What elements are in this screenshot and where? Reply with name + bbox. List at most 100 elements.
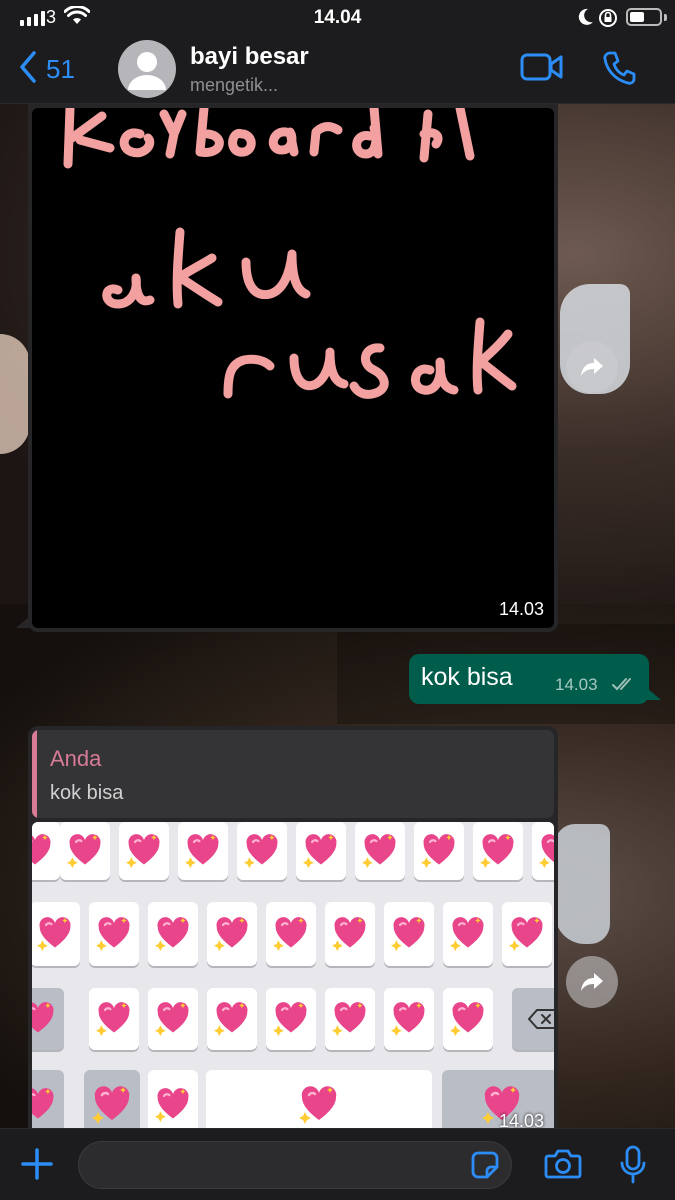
keyboard-key — [89, 902, 139, 966]
keyboard-screenshot-image[interactable]: 14.03 — [32, 822, 554, 1128]
voice-call-button[interactable] — [602, 50, 636, 91]
keyboard-key — [148, 1070, 198, 1128]
attach-button[interactable] — [20, 1147, 54, 1186]
keyboard-key — [207, 902, 257, 966]
back-chevron-icon — [18, 50, 38, 89]
sparkling-heart-icon — [185, 833, 221, 874]
keyboard-key — [178, 822, 228, 880]
sparkling-heart-icon — [273, 1001, 309, 1042]
sparkling-heart-icon — [214, 916, 250, 957]
sparkling-heart-icon — [391, 1001, 427, 1042]
bubble-tail — [647, 688, 661, 700]
bubble-tail — [16, 616, 30, 628]
typing-status: mengetik... — [190, 75, 279, 95]
keyboard-key — [325, 988, 375, 1050]
camera-button[interactable] — [544, 1148, 582, 1185]
forward-icon — [581, 973, 603, 991]
sparkling-heart-icon — [273, 916, 309, 957]
sparkling-heart-icon — [539, 833, 554, 874]
incoming-reply-image-message[interactable]: Anda kok bisa 14.03 — [28, 726, 558, 1128]
keyboard-key — [32, 988, 64, 1050]
message-input[interactable] — [78, 1141, 512, 1189]
back-button[interactable]: 51 — [18, 50, 75, 89]
quoted-message[interactable]: Anda kok bisa — [32, 730, 554, 818]
sticker-icon — [471, 1151, 499, 1179]
sparkling-heart-icon — [96, 916, 132, 957]
contact-avatar[interactable] — [118, 40, 176, 98]
keyboard-key — [355, 822, 405, 880]
sparkling-heart-icon — [391, 916, 427, 957]
sticker-button[interactable] — [470, 1150, 500, 1185]
sparkling-heart-icon — [32, 1087, 56, 1128]
message-time: 14.03 — [498, 599, 544, 619]
sparkling-heart-icon — [37, 916, 73, 957]
keyboard-key — [296, 822, 346, 880]
forward-button[interactable] — [566, 341, 618, 393]
keyboard-key — [502, 902, 552, 966]
handwriting-drawing — [63, 108, 517, 399]
keyboard-key — [148, 988, 198, 1050]
keyboard-key — [32, 902, 80, 966]
keyboard-key — [89, 988, 139, 1050]
status-bar: 3 14.04 — [0, 0, 675, 34]
outgoing-text-message[interactable]: kok bisa 14.03 — [409, 654, 661, 704]
message-input-bar — [0, 1128, 675, 1200]
sparkling-heart-icon — [362, 833, 398, 874]
keyboard-key — [32, 822, 60, 880]
sparkling-heart-icon — [421, 833, 457, 874]
keyboard-key — [237, 822, 287, 880]
keyboard-key — [443, 902, 493, 966]
sparkling-heart-icon — [32, 1001, 56, 1042]
sparkling-heart-icon — [299, 1085, 339, 1128]
battery-icon — [626, 8, 667, 26]
keyboard-key — [384, 988, 434, 1050]
message-text: kok bisa — [421, 663, 513, 691]
sparkling-heart-icon — [450, 916, 486, 957]
sparkling-heart-icon — [67, 833, 103, 874]
sparkling-heart-icon — [332, 916, 368, 957]
chat-header: 51 bayi besar mengetik... — [0, 34, 675, 104]
sparkling-heart-icon — [126, 833, 162, 874]
microphone-button[interactable] — [620, 1145, 646, 1190]
sparkling-heart-icon — [244, 833, 280, 874]
sparkling-heart-icon — [92, 1085, 132, 1128]
camera-icon — [544, 1149, 582, 1179]
keyboard-key — [443, 988, 493, 1050]
do-not-disturb-icon — [578, 8, 594, 31]
keyboard-key — [148, 902, 198, 966]
keyboard-key — [266, 988, 316, 1050]
sparkling-heart-icon — [155, 1001, 191, 1042]
forward-icon — [581, 358, 603, 376]
status-time: 14.04 — [313, 7, 362, 28]
sparkling-heart-icon — [32, 833, 53, 874]
sparkling-heart-icon — [332, 1001, 368, 1042]
incoming-image-message[interactable]: 14.03 — [16, 104, 558, 632]
wallpaper-hand-shape — [0, 334, 30, 454]
handwriting-image[interactable]: 14.03 — [32, 108, 554, 628]
microphone-icon — [620, 1145, 646, 1184]
sparkling-heart-icon — [480, 833, 516, 874]
message-time: 14.03 — [498, 1111, 544, 1128]
battery-level — [630, 12, 644, 22]
sparkling-heart-icon — [450, 1001, 486, 1042]
forward-button[interactable] — [566, 956, 618, 1008]
keyboard-key — [207, 988, 257, 1050]
plus-icon — [21, 1148, 53, 1180]
sparkling-heart-icon — [303, 833, 339, 874]
keyboard-key — [119, 822, 169, 880]
contact-name[interactable]: bayi besar — [190, 43, 309, 71]
keyboard-key — [32, 1070, 64, 1128]
sparkling-heart-icon — [214, 1001, 250, 1042]
quote-text: kok bisa — [50, 782, 124, 804]
wallpaper-mask-shape — [555, 824, 610, 944]
video-call-icon — [520, 53, 563, 81]
keyboard-key — [266, 902, 316, 966]
keyboard-key — [325, 902, 375, 966]
keyboard-key — [384, 902, 434, 966]
keyboard-key — [414, 822, 464, 880]
keyboard-key — [206, 1070, 432, 1128]
orientation-lock-icon — [598, 8, 618, 33]
sparkling-heart-icon — [96, 1001, 132, 1042]
quote-accent-bar — [32, 730, 37, 818]
video-call-button[interactable] — [520, 52, 564, 87]
